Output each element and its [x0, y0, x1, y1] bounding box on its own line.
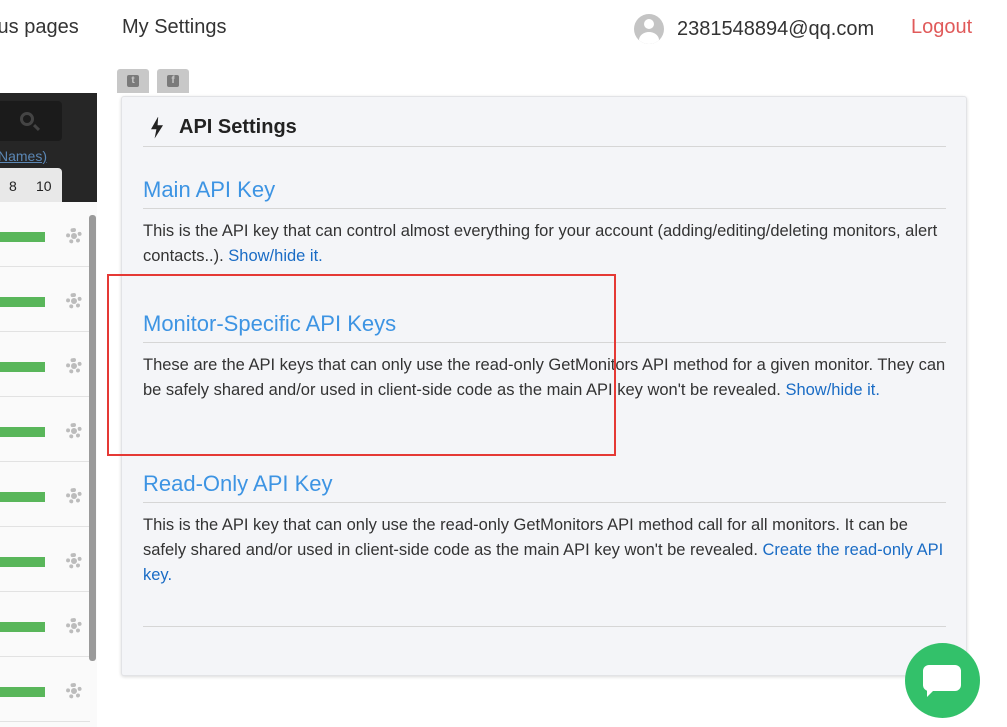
twitter-icon: t — [127, 75, 139, 87]
search-icon[interactable] — [20, 112, 34, 126]
panel-title: API Settings — [179, 116, 297, 138]
monitor-row[interactable] — [0, 527, 90, 592]
chat-button[interactable] — [905, 643, 980, 718]
monitor-row[interactable] — [0, 267, 90, 332]
user-menu[interactable]: 2381548894@qq.com — [634, 14, 874, 44]
section-description: This is the API key that can only use th… — [143, 516, 944, 584]
nav-status-pages[interactable]: tus pages — [0, 16, 79, 39]
uptime-bar — [0, 427, 45, 437]
facebook-icon: f — [167, 75, 179, 87]
uptime-bar — [0, 362, 45, 372]
uptime-bar — [0, 687, 45, 697]
monitor-row[interactable] — [0, 462, 90, 527]
gear-icon[interactable] — [66, 293, 82, 309]
gear-icon[interactable] — [66, 228, 82, 244]
sidebar-scrollbar[interactable] — [89, 215, 96, 661]
logout-link[interactable]: Logout — [911, 16, 972, 39]
divider — [143, 626, 946, 627]
monitor-row[interactable] — [0, 592, 90, 657]
user-email: 2381548894@qq.com — [677, 17, 875, 40]
gear-icon[interactable] — [66, 553, 82, 569]
monitor-search-input[interactable] — [0, 101, 62, 141]
top-nav: tus pages My Settings 2381548894@qq.com … — [0, 0, 1007, 56]
uptime-bar — [0, 622, 45, 632]
gear-icon[interactable] — [66, 488, 82, 504]
facebook-share-button[interactable]: f — [157, 69, 189, 93]
show-hide-main-key-link[interactable]: Show/hide it. — [228, 247, 322, 265]
section-description: This is the API key that can control alm… — [143, 222, 938, 265]
uptime-bar — [0, 492, 45, 502]
monitor-sidebar: Names) 8 10 — [0, 93, 97, 727]
page-10-button[interactable]: 10 — [36, 178, 52, 194]
panel-header: API Settings — [143, 109, 946, 147]
show-hide-monitor-keys-link[interactable]: Show/hide it. — [785, 381, 879, 399]
uptime-bar — [0, 232, 45, 242]
monitor-row[interactable] — [0, 202, 90, 267]
names-toggle-link[interactable]: Names) — [0, 148, 47, 164]
gear-icon[interactable] — [66, 683, 82, 699]
read-only-api-key-section: Read-Only API Key This is the API key th… — [143, 469, 946, 588]
monitor-row[interactable] — [0, 657, 90, 722]
chat-bubble-icon — [923, 665, 961, 697]
section-title: Read-Only API Key — [143, 469, 946, 503]
main-api-key-section: Main API Key This is the API key that ca… — [143, 175, 946, 269]
avatar-icon — [634, 14, 664, 44]
nav-my-settings[interactable]: My Settings — [122, 16, 226, 39]
gear-icon[interactable] — [66, 423, 82, 439]
monitor-list — [0, 202, 97, 727]
gear-icon[interactable] — [66, 358, 82, 374]
gear-icon[interactable] — [66, 618, 82, 634]
highlight-box — [107, 274, 616, 456]
uptime-bar — [0, 297, 45, 307]
section-title: Main API Key — [143, 175, 946, 209]
pagination: 8 10 — [0, 168, 62, 202]
monitor-row[interactable] — [0, 332, 90, 397]
twitter-share-button[interactable]: t — [117, 69, 149, 93]
page-8-button[interactable]: 8 — [9, 178, 17, 194]
uptime-bar — [0, 557, 45, 567]
monitor-row[interactable] — [0, 397, 90, 462]
bolt-icon — [151, 116, 163, 139]
